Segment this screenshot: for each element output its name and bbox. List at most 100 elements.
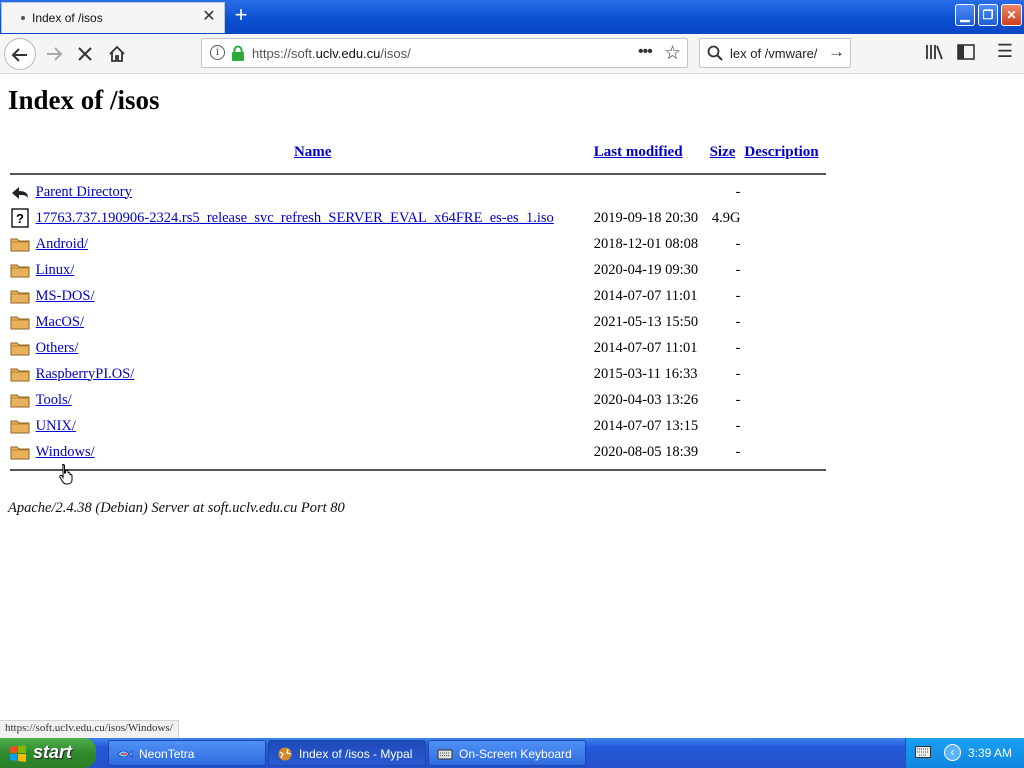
row-modified-cell: 2021-05-13 15:50 — [593, 313, 699, 330]
hamburger-menu-icon[interactable]: ☰ — [994, 41, 1016, 61]
home-button[interactable] — [101, 38, 133, 70]
page-content: Index of /isos Name Last modified Size D… — [0, 75, 1024, 738]
navigation-toolbar: i https://soft.uclv.edu.cu/isos/ ••• ☆ l… — [0, 34, 1024, 74]
restore-button[interactable]: ❐ — [978, 4, 998, 26]
row-description-cell — [742, 439, 826, 465]
browser-tab[interactable]: Index of /isos ✕ — [1, 2, 225, 33]
new-tab-button[interactable]: + — [230, 4, 252, 27]
table-row: Android/2018-12-01 08:08 - — [8, 231, 826, 257]
status-bar-link: https://soft.uclv.edu.cu/isos/Windows/ — [0, 720, 179, 738]
row-name-cell: Others/ — [34, 335, 592, 361]
neontetra-fish-icon — [117, 750, 133, 758]
start-label: start — [33, 742, 73, 762]
row-icon-cell — [8, 413, 34, 439]
column-modified-header[interactable]: Last modified — [592, 140, 708, 169]
column-size-header[interactable]: Size — [708, 140, 743, 169]
column-description-header[interactable]: Description — [742, 140, 826, 169]
row-name-cell: MacOS/ — [34, 309, 592, 335]
tray-keyboard-icon[interactable] — [915, 746, 931, 758]
url-domain: uclv.edu.cu — [315, 46, 381, 61]
lock-icon[interactable] — [231, 45, 245, 61]
stop-icon — [78, 47, 92, 61]
url-text[interactable]: https://soft.uclv.edu.cu/isos/ — [252, 46, 411, 61]
folder-icon — [10, 264, 30, 278]
entry-link[interactable]: Others/ — [36, 340, 79, 356]
sidebar-toggle-icon[interactable] — [955, 44, 977, 64]
row-size-cell: - — [735, 417, 741, 434]
close-window-button[interactable]: ✕ — [1001, 4, 1022, 26]
search-input[interactable]: lex of /vmware/ — [730, 46, 822, 61]
column-name-header[interactable]: Name — [34, 140, 592, 169]
row-description-cell — [742, 335, 826, 361]
row-icon-cell — [8, 179, 34, 205]
taskbar: start NeonTetra Index of /isos - Mypal O… — [0, 738, 1024, 768]
row-name-cell: Parent Directory — [34, 179, 592, 205]
entry-link[interactable]: MS-DOS/ — [36, 288, 95, 304]
entry-link[interactable]: Linux/ — [36, 262, 75, 278]
start-button[interactable]: start — [0, 738, 96, 768]
table-row: Others/2014-07-07 11:01 - — [8, 335, 826, 361]
forward-button[interactable] — [38, 38, 70, 70]
page-actions-icon[interactable]: ••• — [638, 43, 653, 61]
row-size-cell: - — [735, 235, 741, 252]
row-icon-cell — [8, 361, 34, 387]
home-icon — [109, 45, 125, 62]
entry-link[interactable]: Android/ — [36, 236, 88, 252]
tab-title: Index of /isos — [32, 11, 103, 25]
folder-icon — [10, 368, 30, 382]
entry-link[interactable]: RaspberryPI.OS/ — [36, 366, 135, 382]
library-icon[interactable] — [923, 44, 945, 64]
bookmark-star-icon[interactable]: ☆ — [664, 42, 681, 65]
row-modified-cell: 2020-04-19 09:30 — [593, 261, 699, 278]
footer-divider — [8, 465, 826, 475]
row-name-cell: Tools/ — [34, 387, 592, 413]
row-description-cell — [742, 413, 826, 439]
search-go-icon[interactable]: → — [828, 42, 845, 62]
row-icon-cell — [8, 439, 34, 465]
window-titlebar: Index of /isos ✕ + ▁ ❐ ✕ — [0, 0, 1024, 34]
tray-clock: 3:39 AM — [968, 746, 1013, 760]
row-size-cell: - — [735, 443, 741, 460]
site-info-icon[interactable]: i — [210, 45, 225, 60]
entry-link[interactable]: Tools/ — [36, 392, 72, 408]
row-modified-cell: 2015-03-11 16:33 — [593, 365, 698, 382]
minimize-button[interactable]: ▁ — [955, 4, 975, 26]
column-icon-header — [8, 140, 34, 169]
keyboard-icon — [437, 749, 453, 760]
row-size-cell: - — [735, 313, 741, 330]
system-tray: ‹ 3:39 AM — [905, 738, 1024, 768]
header-divider — [8, 169, 826, 179]
row-icon-cell — [8, 309, 34, 335]
row-size-cell: - — [735, 391, 741, 408]
row-size-cell: 4.9G — [711, 209, 741, 226]
entry-link[interactable]: Windows/ — [36, 444, 95, 460]
row-modified-cell: 2020-04-03 13:26 — [593, 391, 699, 408]
row-icon-cell: ? — [8, 205, 34, 231]
stop-button[interactable] — [69, 38, 101, 70]
close-tab-icon[interactable]: ✕ — [201, 9, 217, 25]
show-hidden-icons-button[interactable]: ‹ — [944, 744, 961, 761]
search-bar[interactable]: lex of /vmware/ → — [699, 38, 851, 68]
row-size-cell: - — [735, 339, 741, 356]
entry-link[interactable]: 17763.737.190906-2324.rs5_release_svc_re… — [36, 210, 554, 226]
row-description-cell — [742, 309, 826, 335]
entry-link[interactable]: UNIX/ — [36, 418, 76, 434]
forward-arrow-icon — [47, 47, 63, 61]
parent-directory-link[interactable]: Parent Directory — [36, 184, 132, 200]
url-prefix: https://soft. — [252, 46, 316, 61]
row-modified-cell: 2020-08-05 18:39 — [593, 443, 699, 460]
row-modified-cell: 2018-12-01 08:08 — [593, 235, 699, 252]
table-row: Windows/2020-08-05 18:39 - — [8, 439, 826, 465]
taskbar-item-browser[interactable]: Index of /isos - Mypal — [268, 740, 426, 766]
taskbar-item-neontetra[interactable]: NeonTetra — [108, 740, 266, 766]
row-icon-cell — [8, 283, 34, 309]
entry-link[interactable]: MacOS/ — [36, 314, 84, 330]
row-icon-cell — [8, 257, 34, 283]
row-icon-cell — [8, 231, 34, 257]
table-row: MacOS/2021-05-13 15:50 - — [8, 309, 826, 335]
address-bar[interactable]: i https://soft.uclv.edu.cu/isos/ ••• ☆ — [201, 38, 688, 68]
back-button[interactable] — [4, 38, 36, 70]
taskbar-item-onscreen-keyboard[interactable]: On-Screen Keyboard — [428, 740, 586, 766]
back-arrow-icon — [11, 48, 27, 62]
task-label: Index of /isos - Mypal — [299, 747, 413, 761]
